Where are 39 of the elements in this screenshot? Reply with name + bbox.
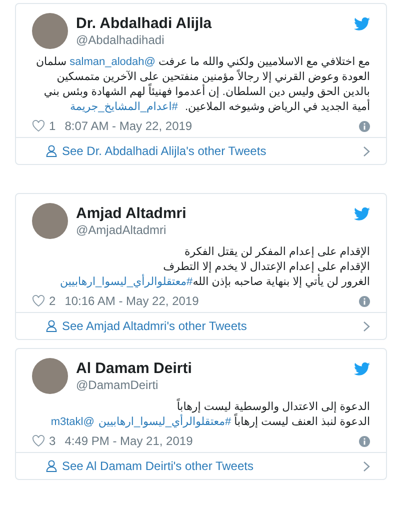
tweet-link[interactable]: @m3takl [50,416,94,428]
heart-icon[interactable] [32,295,45,307]
chevron-icon [363,320,370,332]
info-icon[interactable] [359,296,370,306]
avatar [32,13,68,49]
heart-icon[interactable] [32,120,45,132]
person-icon [46,320,57,332]
author-handle: @DamamDeirti [76,378,160,392]
info-icon[interactable] [359,436,370,446]
like-count: 2 [49,294,56,308]
person-icon [46,145,57,157]
tweet-time[interactable]: 8:07 AM - May 22, 2019 [64,119,355,133]
info-icon[interactable] [359,120,370,132]
other-tweets-link[interactable]: See Amjad Altadmri's other Tweets [16,312,386,339]
tweet-text: الإقدام على إعدام المفكر لن يقتل الفكرة الإقدام على إعدام الإعتدال لا يخدم إلا التطرف الغرور لن يأتي إلا بنهاية صاحبه بإذن الله#معتقلوالرأي_ليسوا_ارهابيين [58,245,370,290]
chevron-icon [363,460,370,472]
tweet-link[interactable]: #اعدام_المشايخ_جريمة [70,101,178,113]
bird-icon[interactable] [354,362,370,376]
tweet-link[interactable]: #معتقلوالرأي_ليسوا_ارهابيين [60,276,193,288]
bird-icon[interactable] [354,207,370,221]
author-handle: @AmjadAltadmri [76,222,168,238]
tweet-link[interactable]: @salman_alodah [70,56,156,68]
heart-icon[interactable] [32,435,45,447]
like-count: 1 [49,119,56,133]
other-tweets-link[interactable]: See Dr. Abdalhadi Alijla's other Tweets [16,137,386,164]
author-name: Al Damam Deirti [76,360,193,378]
like-count: 3 [49,434,56,448]
chevron-icon [363,146,370,156]
bird-icon[interactable] [354,17,370,31]
tweet-time[interactable]: 10:16 AM - May 22, 2019 [64,294,355,308]
person-icon [46,460,57,472]
avatar [32,358,68,394]
author-handle: @Abdalhadihadi [76,32,166,48]
tweet-time[interactable]: 4:49 PM - May 21, 2019 [64,434,355,448]
author-name: Dr. Abdalhadi Alijla [76,14,213,32]
avatar [32,203,68,239]
other-tweets-link[interactable]: See Al Damam Deirti's other Tweets [16,452,386,479]
author-name: Amjad Altadmri [76,204,188,222]
tweet-link[interactable]: #معتقلوالرأي_ليسوا_ارهابيين [98,416,232,428]
